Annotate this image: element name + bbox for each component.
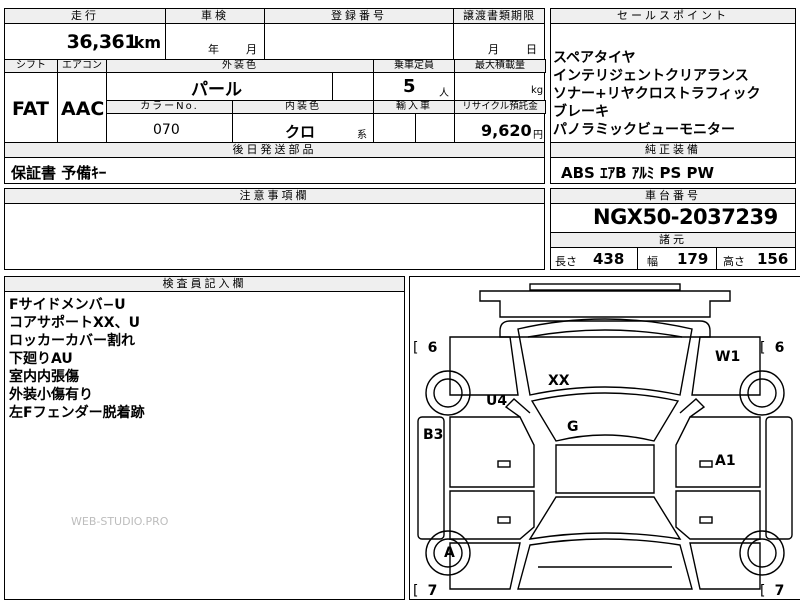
tire-rear-right-bracket: [7	[760, 583, 793, 599]
capacity-value: 5	[403, 76, 416, 97]
later-parts-value: 保証書 予備ｷｰ	[11, 164, 107, 182]
recycle-header: リサイクル預託金	[454, 100, 546, 114]
recycle-fee-value: 9,620	[481, 121, 532, 140]
inspector-line: 室内内張傷	[9, 369, 79, 385]
inspection-box: 車検 年 月	[165, 8, 265, 60]
exterior-color-value: パール	[191, 80, 242, 100]
notes-box: 注意事項欄	[4, 188, 545, 270]
length-label: 長さ	[555, 255, 577, 268]
mark-u4: U4	[486, 393, 508, 409]
capacity-unit: 人	[439, 88, 449, 99]
tire-front-left-value: 6	[427, 340, 438, 356]
selling-points-header: セールスポイント	[551, 9, 795, 24]
inspector-line: Fサイドメンバ−U	[9, 297, 126, 313]
interior-header: 内装色	[232, 100, 374, 114]
standard-equipment-box: 純正装備 ABS ｴｱB ｱﾙﾐ PS PW	[550, 142, 796, 184]
selling-point-item: スペアタイヤ	[553, 50, 636, 66]
tire-rear-left-bracket: [7	[413, 583, 446, 599]
tire-front-left-bracket: [6	[413, 340, 446, 356]
later-parts-box: 後日発送部品 保証書 予備ｷｰ	[4, 142, 545, 184]
inspection-header: 車検	[166, 9, 264, 24]
standard-equipment-header: 純正装備	[551, 143, 795, 158]
inspector-line: 下廻りAU	[9, 351, 73, 367]
selling-point-item: インテリジェントクリアランス	[553, 68, 749, 84]
car-diagram	[417, 283, 793, 590]
recycle-unit: 円	[533, 130, 543, 141]
height-value: 156	[757, 250, 789, 268]
registration-box: 登録番号	[264, 8, 454, 60]
transfer-deadline-box: 譲渡書類期限 月 日	[453, 8, 545, 60]
mark-a: A	[444, 545, 455, 561]
mileage-header: 走行	[5, 9, 165, 24]
selling-points-list: スペアタイヤ インテリジェントクリアランス ソナー+リヤクロストラフィック ブレ…	[553, 49, 760, 139]
mark-w1: W1	[715, 349, 741, 365]
max-load-unit: kg	[531, 85, 544, 96]
aircon-value: AAC	[61, 98, 105, 120]
color-no-header: カラーNo.	[106, 100, 233, 114]
mark-g: G	[567, 419, 579, 435]
chassis-box: 車台番号 NGX50-2037239 諸元 長さ 438 幅 179 高さ 15…	[550, 188, 796, 270]
interior-color-value: クロ	[285, 123, 316, 141]
inspection-year-unit: 年	[208, 43, 219, 56]
inspector-box: 検査員記入欄 Fサイドメンバ−U コアサポートXX、U ロッカーカバー割れ 下廻…	[4, 276, 405, 600]
length-value: 438	[593, 250, 625, 268]
inspector-line: 外装小傷有り	[9, 387, 93, 403]
later-parts-header: 後日発送部品	[5, 143, 544, 158]
import-header: 輸入車	[373, 100, 455, 114]
registration-header: 登録番号	[265, 9, 453, 24]
mileage-value: 36,361	[66, 31, 138, 53]
exterior-header: 外装色	[106, 59, 374, 73]
max-load-header: 最大積載量	[454, 59, 546, 73]
selling-points-box: セールスポイント スペアタイヤ インテリジェントクリアランス ソナー+リヤクロス…	[550, 8, 796, 143]
standard-equipment-value: ABS ｴｱB ｱﾙﾐ PS PW	[561, 164, 715, 182]
color-no-value: 070	[153, 122, 180, 138]
inspector-line: 左Fフェンダー脱着跡	[9, 405, 145, 421]
mark-b3: B3	[423, 427, 444, 443]
shift-value: FAT	[12, 98, 49, 120]
selling-point-item: ブレーキ	[553, 104, 609, 120]
transfer-deadline-header: 譲渡書類期限	[454, 9, 544, 24]
notes-header: 注意事項欄	[5, 189, 544, 204]
mark-xx: XX	[548, 373, 570, 389]
chassis-header: 車台番号	[551, 189, 795, 204]
interior-suffix: 系	[357, 130, 367, 141]
tire-front-right-bracket: [6	[760, 340, 793, 356]
transfer-day-unit: 日	[526, 43, 537, 56]
mileage-box: 走行 36,361 km	[4, 8, 166, 60]
width-label: 幅	[647, 255, 658, 268]
watermark: WEB-STUDIO.PRO	[71, 515, 169, 528]
chassis-number-value: NGX50-2037239	[593, 205, 778, 229]
inspection-month-unit: 月	[246, 43, 257, 56]
selling-point-item: パノラミックビューモニター	[553, 122, 735, 138]
inspector-header: 検査員記入欄	[5, 277, 404, 292]
inspector-lines: Fサイドメンバ−U コアサポートXX、U ロッカーカバー割れ 下廻りAU 室内内…	[9, 296, 145, 422]
selling-point-item: ソナー+リヤクロストラフィック	[553, 86, 761, 102]
spec-grid: シフト エアコン 外装色 乗車定員 最大積載量 FAT AAC パール 5 人 …	[4, 59, 546, 143]
inspector-line: ロッカーカバー割れ	[9, 333, 135, 349]
tire-rear-left-value: 7	[427, 583, 438, 599]
mileage-unit: km	[133, 33, 161, 52]
inspector-line: コアサポートXX、U	[9, 315, 140, 331]
specs-header: 諸元	[551, 232, 795, 248]
height-label: 高さ	[723, 255, 745, 268]
width-value: 179	[677, 250, 709, 268]
tire-front-right-value: 6	[774, 340, 785, 356]
car-diagram-box: [6 [6 [7 [7 XX U4 W1 B3 G A1 A	[409, 276, 800, 600]
aircon-header: エアコン	[57, 59, 107, 73]
capacity-header: 乗車定員	[373, 59, 455, 73]
shift-header: シフト	[4, 59, 58, 73]
tire-rear-right-value: 7	[774, 583, 785, 599]
transfer-month-unit: 月	[488, 43, 499, 56]
mark-a1: A1	[715, 453, 736, 469]
